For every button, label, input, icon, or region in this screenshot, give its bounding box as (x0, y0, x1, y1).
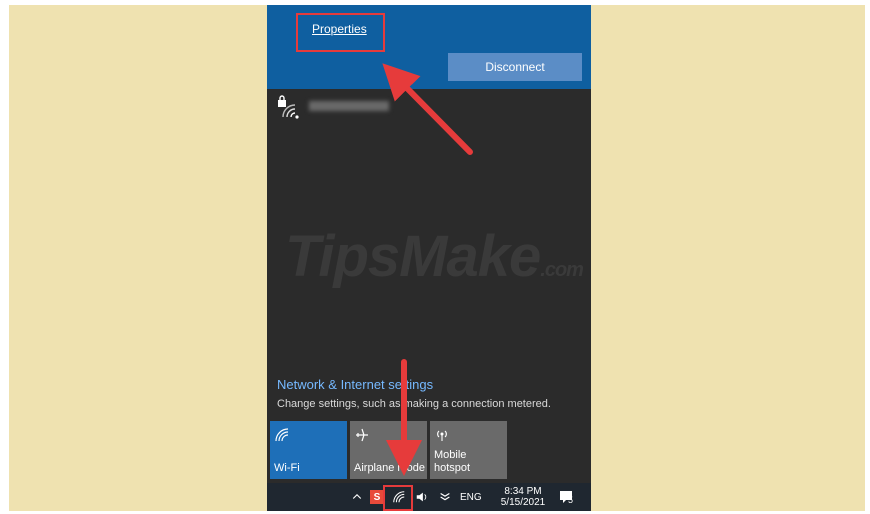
screenshot-stage: Properties Disconnect TipsMake.com Netwo… (0, 0, 870, 514)
annotation-arrow-properties-icon (382, 63, 473, 476)
